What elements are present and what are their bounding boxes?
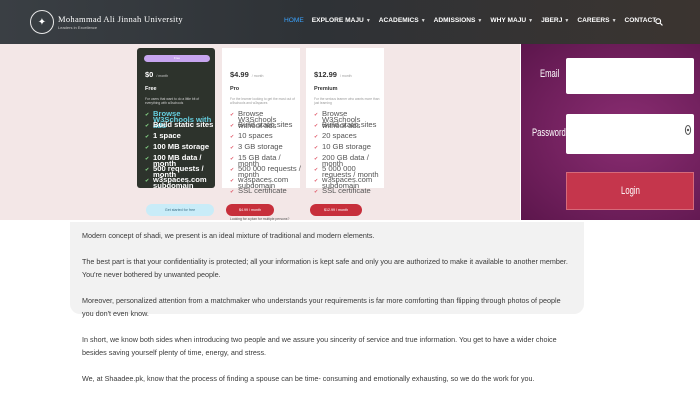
chevron-down-icon: ▼ xyxy=(477,17,483,24)
check-icon: ✔ xyxy=(314,123,319,129)
premium-price: $12.99/ month xyxy=(314,70,352,79)
pro-plan-name: Pro xyxy=(230,86,240,92)
premium-plan-description: For the serious learner who wants more t… xyxy=(314,97,380,105)
premium-plan-name: Premium xyxy=(314,86,338,92)
get-started-free-button[interactable]: Get started for free xyxy=(146,204,214,216)
pro-price: $4.99/ month xyxy=(230,70,264,79)
check-icon: ✔ xyxy=(230,178,235,184)
email-label: Email xyxy=(540,68,560,80)
article-paragraph: Moreover, personalized attention from a … xyxy=(82,296,561,318)
eye-icon[interactable] xyxy=(684,124,692,136)
check-icon: ✔ xyxy=(230,145,235,151)
article-paragraph: In short, we know both sides when introd… xyxy=(82,335,557,357)
chevron-down-icon: ▼ xyxy=(611,17,617,24)
free-feature-list: ✔ Browse W3Schools with ads ✔ Build static… xyxy=(145,110,217,191)
premium-feature-list: ✔ Browse W3Schools without ads ✔ Build sta… xyxy=(314,110,386,199)
login-button[interactable]: Login xyxy=(566,172,694,210)
check-icon: ✔ xyxy=(314,189,319,195)
pricing-card-premium: $12.99/ month Premium For the serious le… xyxy=(306,48,384,195)
check-icon: ✔ xyxy=(314,178,319,184)
multi-person-plan-link[interactable]: Looking for a plan for multiple persons? xyxy=(230,217,289,221)
check-icon: ✔ xyxy=(230,112,235,118)
check-icon: ✔ xyxy=(230,167,235,173)
search-icon[interactable] xyxy=(655,18,663,26)
nav-jberj[interactable]: JBERJ ▼ xyxy=(541,17,569,24)
university-logo[interactable]: ✦ xyxy=(30,10,54,34)
pricing-card-pro: $4.99/ month Pro For the learner looking… xyxy=(222,48,301,195)
check-icon: ✔ xyxy=(145,156,150,162)
check-icon: ✔ xyxy=(230,123,235,129)
password-label: Password xyxy=(532,127,566,139)
nav-academics-label: ACADEMICS xyxy=(378,17,419,24)
check-icon: ✔ xyxy=(145,178,150,184)
check-icon: ✔ xyxy=(145,112,150,118)
check-icon: ✔ xyxy=(314,134,319,140)
premium-plan-button[interactable]: $12.99 / month xyxy=(310,204,362,216)
main-nav: HOME EXPLORE MAJU ▼ ACADEMICS ▼ ADMISSIONS… xyxy=(284,17,664,24)
free-badge: Free xyxy=(144,55,210,62)
chevron-down-icon: ▼ xyxy=(564,17,570,24)
nav-academics[interactable]: ACADEMICS ▼ xyxy=(379,17,426,24)
nav-contact-label: CONTACT xyxy=(624,17,657,24)
chevron-down-icon: ▼ xyxy=(528,17,534,24)
list-item: ✔ SSL certificate xyxy=(314,186,371,195)
nav-explore-maju-label: EXPLORE MAJU xyxy=(311,17,364,24)
login-button-label: Login xyxy=(620,185,640,197)
list-item: ✔ SSL certificate xyxy=(230,186,287,195)
top-navbar: ✦ Mohammad Ali Jinnah University Leaders… xyxy=(0,0,700,44)
check-icon: ✔ xyxy=(314,167,319,173)
nav-careers-label: CAREERS xyxy=(577,17,610,24)
check-icon: ✔ xyxy=(314,112,319,118)
nav-explore-maju[interactable]: EXPLORE MAJU ▼ xyxy=(312,17,371,24)
nav-admissions[interactable]: ADMISSIONS ▼ xyxy=(434,17,483,24)
pro-plan-button[interactable]: $4.99 / month xyxy=(226,204,274,216)
check-icon: ✔ xyxy=(230,156,235,162)
nav-admissions-label: ADMISSIONS xyxy=(433,17,476,24)
nav-contact[interactable]: CONTACT xyxy=(625,17,657,24)
check-icon: ✔ xyxy=(230,134,235,140)
nav-why-maju-label: WHY MAJU xyxy=(490,17,527,24)
check-icon: ✔ xyxy=(145,167,150,173)
university-tagline: Leaders in Excellence xyxy=(58,25,98,30)
check-icon: ✔ xyxy=(230,189,235,195)
pricing-card-free: Free $0/ month Free For users that want … xyxy=(137,48,217,191)
article-paragraph: The best part is that your confidentiali… xyxy=(82,257,568,279)
nav-home-label: HOME xyxy=(284,17,304,24)
article-paragraph: We, at Shaadee.pk, know that the process… xyxy=(82,374,535,383)
free-price: $0/ month xyxy=(145,70,169,79)
pro-feature-list: ✔ Browse W3Schools without ads ✔ Build sta… xyxy=(230,110,302,199)
pro-plan-description: For the learner looking to get the most … xyxy=(230,97,295,105)
nav-home[interactable]: HOME xyxy=(284,17,304,24)
check-icon: ✔ xyxy=(314,145,319,151)
free-plan-description: For users that want to do a little bit o… xyxy=(145,97,200,105)
nav-careers[interactable]: CAREERS ▼ xyxy=(577,17,616,24)
article-paragraph: Modern concept of shadi, we present is a… xyxy=(82,231,375,240)
check-icon: ✔ xyxy=(314,156,319,162)
list-item: ✔ w3spaces.com subdomain xyxy=(145,175,207,191)
check-icon: ✔ xyxy=(145,134,150,140)
university-name[interactable]: Mohammad Ali Jinnah University xyxy=(58,14,183,24)
check-icon: ✔ xyxy=(145,123,150,129)
free-plan-name: Free xyxy=(145,86,157,92)
chevron-down-icon: ▼ xyxy=(420,17,426,24)
nav-why-maju[interactable]: WHY MAJU ▼ xyxy=(490,17,533,24)
email-field[interactable] xyxy=(566,58,694,94)
nav-jberj-label: JBERJ xyxy=(541,17,563,24)
chevron-down-icon: ▼ xyxy=(365,17,371,24)
check-icon: ✔ xyxy=(145,145,150,151)
password-field[interactable] xyxy=(566,114,694,154)
